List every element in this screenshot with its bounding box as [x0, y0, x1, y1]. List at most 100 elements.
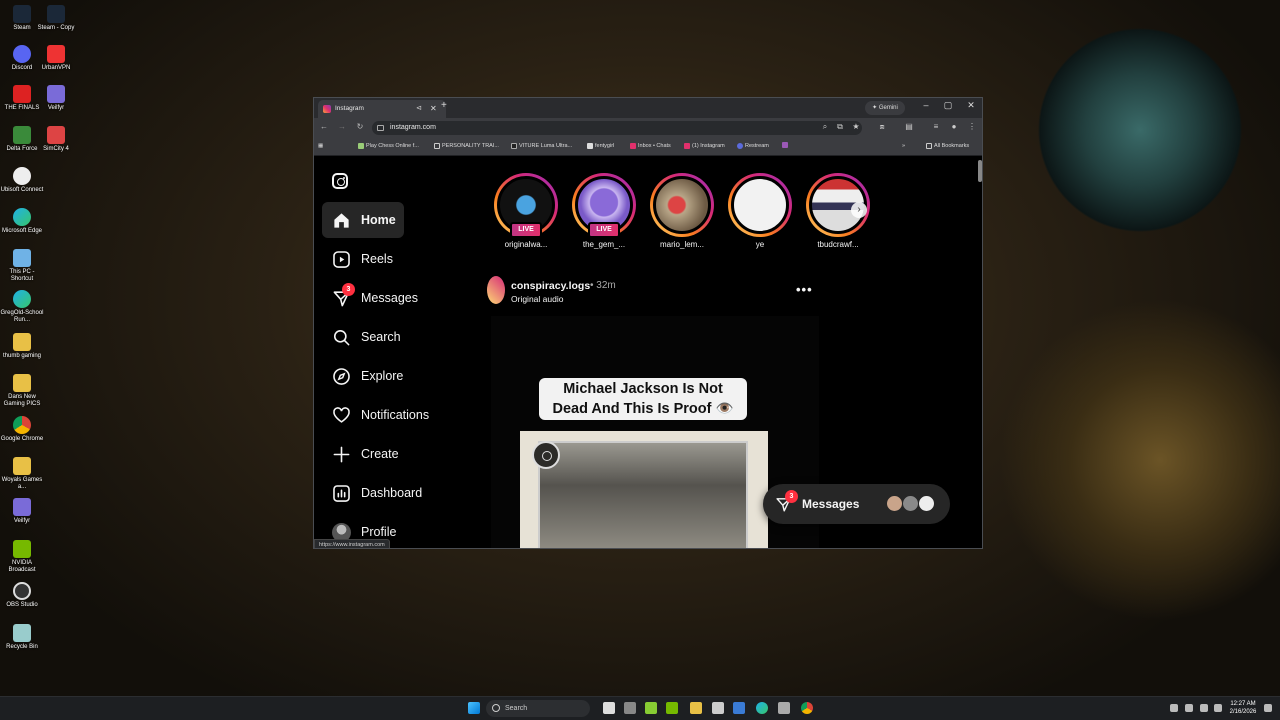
desktop-icon[interactable]: Veilfyr [0, 498, 44, 525]
post-author-avatar[interactable] [487, 276, 505, 304]
taskbar-search[interactable]: Search [486, 700, 590, 717]
desktop-icon[interactable]: Recycle Bin [0, 624, 44, 651]
edge-icon[interactable] [756, 702, 768, 714]
nav-search[interactable]: Search [322, 319, 404, 355]
story-item[interactable]: ye [725, 173, 795, 253]
app-icon[interactable] [778, 702, 790, 714]
tab-strip: Instagram ⊲ ✕ + ✦ Gemini – ▢ ✕ [314, 98, 982, 118]
heart-icon [333, 407, 350, 423]
nav-reels[interactable]: Reels [322, 241, 404, 277]
menu-icon[interactable]: ⋮ [966, 122, 978, 131]
back-icon[interactable]: ← [318, 122, 330, 131]
story-username: mario_lem... [659, 240, 704, 249]
desktop-icon[interactable]: Woyals Games a... [0, 457, 44, 491]
post-username[interactable]: conspiracy.logs [511, 280, 590, 292]
story-item[interactable]: LIVE originalwa... [491, 173, 561, 253]
desktop-icon[interactable]: This PC - Shortcut [0, 249, 44, 283]
bookmark-item[interactable]: (1) Instagram [684, 142, 725, 151]
story-item[interactable]: LIVE the_gem_... [569, 173, 639, 253]
bookmark-item[interactable]: Inbox • Chats [630, 142, 671, 151]
desktop-icon[interactable]: OBS Studio [0, 582, 44, 609]
desktop-icon[interactable]: UrbanVPN [34, 45, 78, 72]
tab-instagram[interactable]: Instagram ⊲ ✕ [318, 100, 446, 118]
chrome-icon[interactable] [801, 702, 813, 714]
gemini-button[interactable]: ✦ Gemini [865, 101, 905, 115]
bookmark-item[interactable]: fentygirl [587, 142, 614, 151]
bookmark-item[interactable] [782, 142, 788, 152]
nvidia-icon[interactable] [666, 702, 678, 714]
more-options-icon[interactable]: ••• [796, 282, 813, 297]
mute-tab-icon[interactable]: ⊲ [416, 100, 422, 118]
desktop-icon[interactable]: SimCity 4 [34, 126, 78, 153]
task-view-icon[interactable] [603, 702, 615, 714]
widgets-icon[interactable] [624, 702, 636, 714]
forward-icon[interactable]: → [336, 122, 348, 131]
network-icon[interactable] [1200, 704, 1208, 712]
app-icon[interactable] [733, 702, 745, 714]
nav-notifications[interactable]: Notifications [322, 397, 429, 433]
tray-chevron-icon[interactable] [1170, 704, 1178, 712]
start-icon[interactable] [468, 702, 480, 714]
nav-create[interactable]: Create [322, 436, 404, 472]
photo-scene [538, 441, 748, 548]
address-bar[interactable]: instagram.com [372, 121, 862, 135]
status-bar-url: https://www.instagram.com [314, 539, 390, 548]
tray-icon[interactable] [1185, 704, 1193, 712]
site-info-icon[interactable] [377, 125, 384, 131]
apps-icon[interactable]: ▦ [318, 142, 323, 151]
app-icon[interactable] [712, 702, 724, 714]
maximize-icon[interactable]: ▢ [941, 100, 955, 111]
clock[interactable]: 12:27 AM 2/16/2026 [1228, 700, 1258, 716]
nav-explore[interactable]: Explore [322, 358, 404, 394]
media-icon[interactable]: ≡ [930, 122, 942, 131]
desktop-icon[interactable]: GregOld-School Run... [0, 290, 44, 324]
story-username: the_gem_... [582, 240, 626, 249]
file-explorer-icon[interactable] [690, 702, 702, 714]
instagram-logo-icon[interactable] [332, 173, 348, 189]
desktop-icon[interactable]: Google Chrome [0, 416, 44, 443]
desktop-icon[interactable]: Veilfyr [34, 85, 78, 112]
post-audio[interactable]: Original audio [511, 294, 563, 304]
minimize-icon[interactable]: – [919, 100, 933, 110]
nav-messages[interactable]: 3 Messages [322, 280, 418, 316]
live-badge: LIVE [588, 222, 620, 238]
bookmarks-overflow-icon[interactable]: » [902, 142, 905, 151]
bookmark-item[interactable]: Restream [737, 142, 769, 151]
bookmark-item[interactable]: PERSONALITY TRAI... [434, 142, 499, 151]
desktop-icon[interactable]: Dans New Gaming PICS [0, 374, 44, 408]
profile-icon[interactable]: ● [948, 122, 960, 131]
desktop-icon[interactable]: Microsoft Edge [0, 208, 44, 235]
restream-icon [737, 143, 743, 149]
close-window-icon[interactable]: ✕ [964, 100, 978, 111]
bookmark-icon [782, 142, 788, 148]
desktop-icon[interactable]: thumb gaming [0, 333, 44, 360]
story-username: ye [755, 240, 765, 249]
new-tab-icon[interactable]: + [441, 100, 447, 111]
nav-home[interactable]: Home [322, 202, 404, 238]
story-item[interactable]: mario_lem... [647, 173, 717, 253]
avatar [902, 495, 919, 512]
close-tab-icon[interactable]: ✕ [430, 100, 437, 118]
sidepanel-icon[interactable]: ▤ [903, 122, 915, 131]
avatar [886, 495, 903, 512]
app-icon[interactable] [645, 702, 657, 714]
instagram-favicon-icon [323, 105, 331, 113]
notifications-icon[interactable] [1264, 704, 1272, 712]
cast-icon[interactable]: ⧉ [834, 122, 846, 132]
stories-next-icon[interactable]: › [851, 202, 867, 218]
bookmark-item[interactable]: Play Chess Online f... [358, 142, 419, 151]
extensions-icon[interactable]: ⧈ [876, 122, 888, 132]
all-bookmarks[interactable]: All Bookmarks [926, 142, 969, 151]
bookmark-item[interactable]: VITURE Luma Ultra... [511, 142, 572, 151]
page-scrollbar[interactable] [976, 156, 982, 548]
desktop-icon[interactable]: NVIDIA Broadcast [0, 540, 44, 574]
bookmark-star-icon[interactable]: ★ [850, 122, 862, 131]
nav-dashboard[interactable]: Dashboard [322, 475, 422, 511]
zoom-icon[interactable]: ⌕ [819, 122, 831, 132]
volume-icon[interactable] [1214, 704, 1222, 712]
desktop-icon[interactable]: Steam - Copy [34, 5, 78, 32]
messages-widget[interactable]: 3 Messages [763, 484, 950, 524]
desktop-icon[interactable]: Ubisoft Connect [0, 167, 44, 194]
reload-icon[interactable]: ↻ [354, 122, 366, 131]
scrollbar-thumb[interactable] [978, 160, 982, 182]
